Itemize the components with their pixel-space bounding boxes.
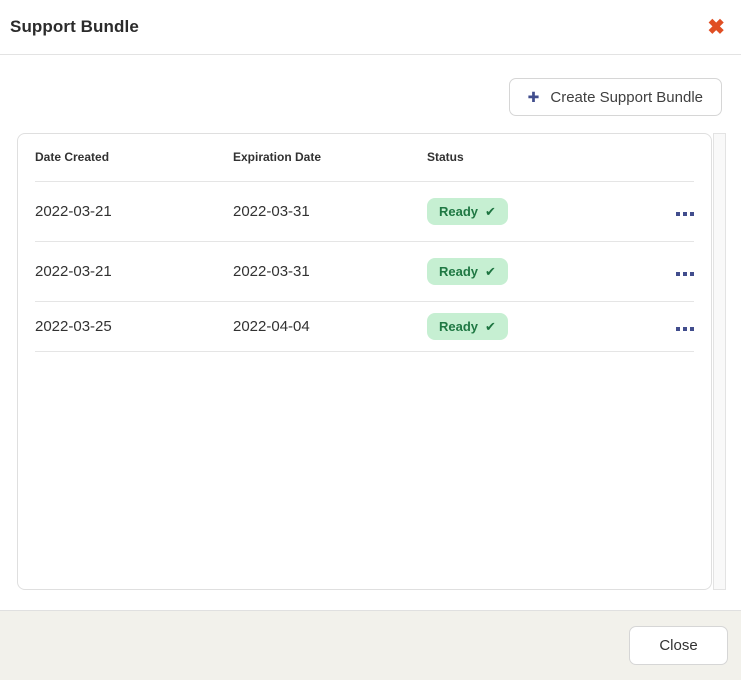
column-header-expiration-date: Expiration Date [233, 134, 427, 181]
cell-date-created: 2022-03-21 [35, 181, 233, 241]
cell-expiration-date: 2022-03-31 [233, 181, 427, 241]
scrollbar-track[interactable] [713, 133, 726, 590]
modal-header: Support Bundle ✖ [0, 0, 741, 55]
toolbar: ✚ Create Support Bundle [0, 78, 741, 116]
more-actions-button[interactable] [676, 323, 694, 335]
plus-icon: ✚ [528, 90, 540, 104]
cell-actions [634, 181, 694, 241]
close-button[interactable]: Close [629, 626, 728, 665]
modal-footer: Close [0, 610, 741, 680]
status-label: Ready [439, 319, 478, 334]
close-icon[interactable]: ✖ [705, 15, 727, 40]
support-bundle-table-card: Date Created Expiration Date Status 2022… [17, 133, 712, 590]
table-area: Date Created Expiration Date Status 2022… [17, 133, 726, 590]
cell-expiration-date: 2022-03-31 [233, 241, 427, 301]
cell-date-created: 2022-03-25 [35, 301, 233, 351]
create-support-bundle-button[interactable]: ✚ Create Support Bundle [509, 78, 722, 116]
cell-actions [634, 301, 694, 351]
check-icon: ✔ [485, 205, 496, 218]
column-header-date-created: Date Created [35, 134, 233, 181]
status-label: Ready [439, 204, 478, 219]
table-row: 2022-03-21 2022-03-31 Ready ✔ [35, 181, 694, 241]
column-header-actions [634, 134, 694, 181]
ellipsis-icon [676, 212, 680, 216]
page-title: Support Bundle [10, 17, 139, 37]
more-actions-button[interactable] [676, 268, 694, 280]
support-bundle-table: Date Created Expiration Date Status 2022… [35, 134, 694, 352]
check-icon: ✔ [485, 320, 496, 333]
status-badge: Ready ✔ [427, 198, 508, 225]
ellipsis-icon [676, 272, 680, 276]
cell-status: Ready ✔ [427, 181, 634, 241]
status-label: Ready [439, 264, 478, 279]
support-bundle-modal: Support Bundle ✖ ✚ Create Support Bundle… [0, 0, 741, 680]
status-badge: Ready ✔ [427, 258, 508, 285]
cell-actions [634, 241, 694, 301]
status-badge: Ready ✔ [427, 313, 508, 340]
cell-status: Ready ✔ [427, 301, 634, 351]
check-icon: ✔ [485, 265, 496, 278]
more-actions-button[interactable] [676, 208, 694, 220]
column-header-status: Status [427, 134, 634, 181]
cell-status: Ready ✔ [427, 241, 634, 301]
create-button-label: Create Support Bundle [550, 89, 703, 106]
table-row: 2022-03-21 2022-03-31 Ready ✔ [35, 241, 694, 301]
cell-expiration-date: 2022-04-04 [233, 301, 427, 351]
table-header-row: Date Created Expiration Date Status [35, 134, 694, 181]
table-row: 2022-03-25 2022-04-04 Ready ✔ [35, 301, 694, 351]
ellipsis-icon [676, 327, 680, 331]
cell-date-created: 2022-03-21 [35, 241, 233, 301]
